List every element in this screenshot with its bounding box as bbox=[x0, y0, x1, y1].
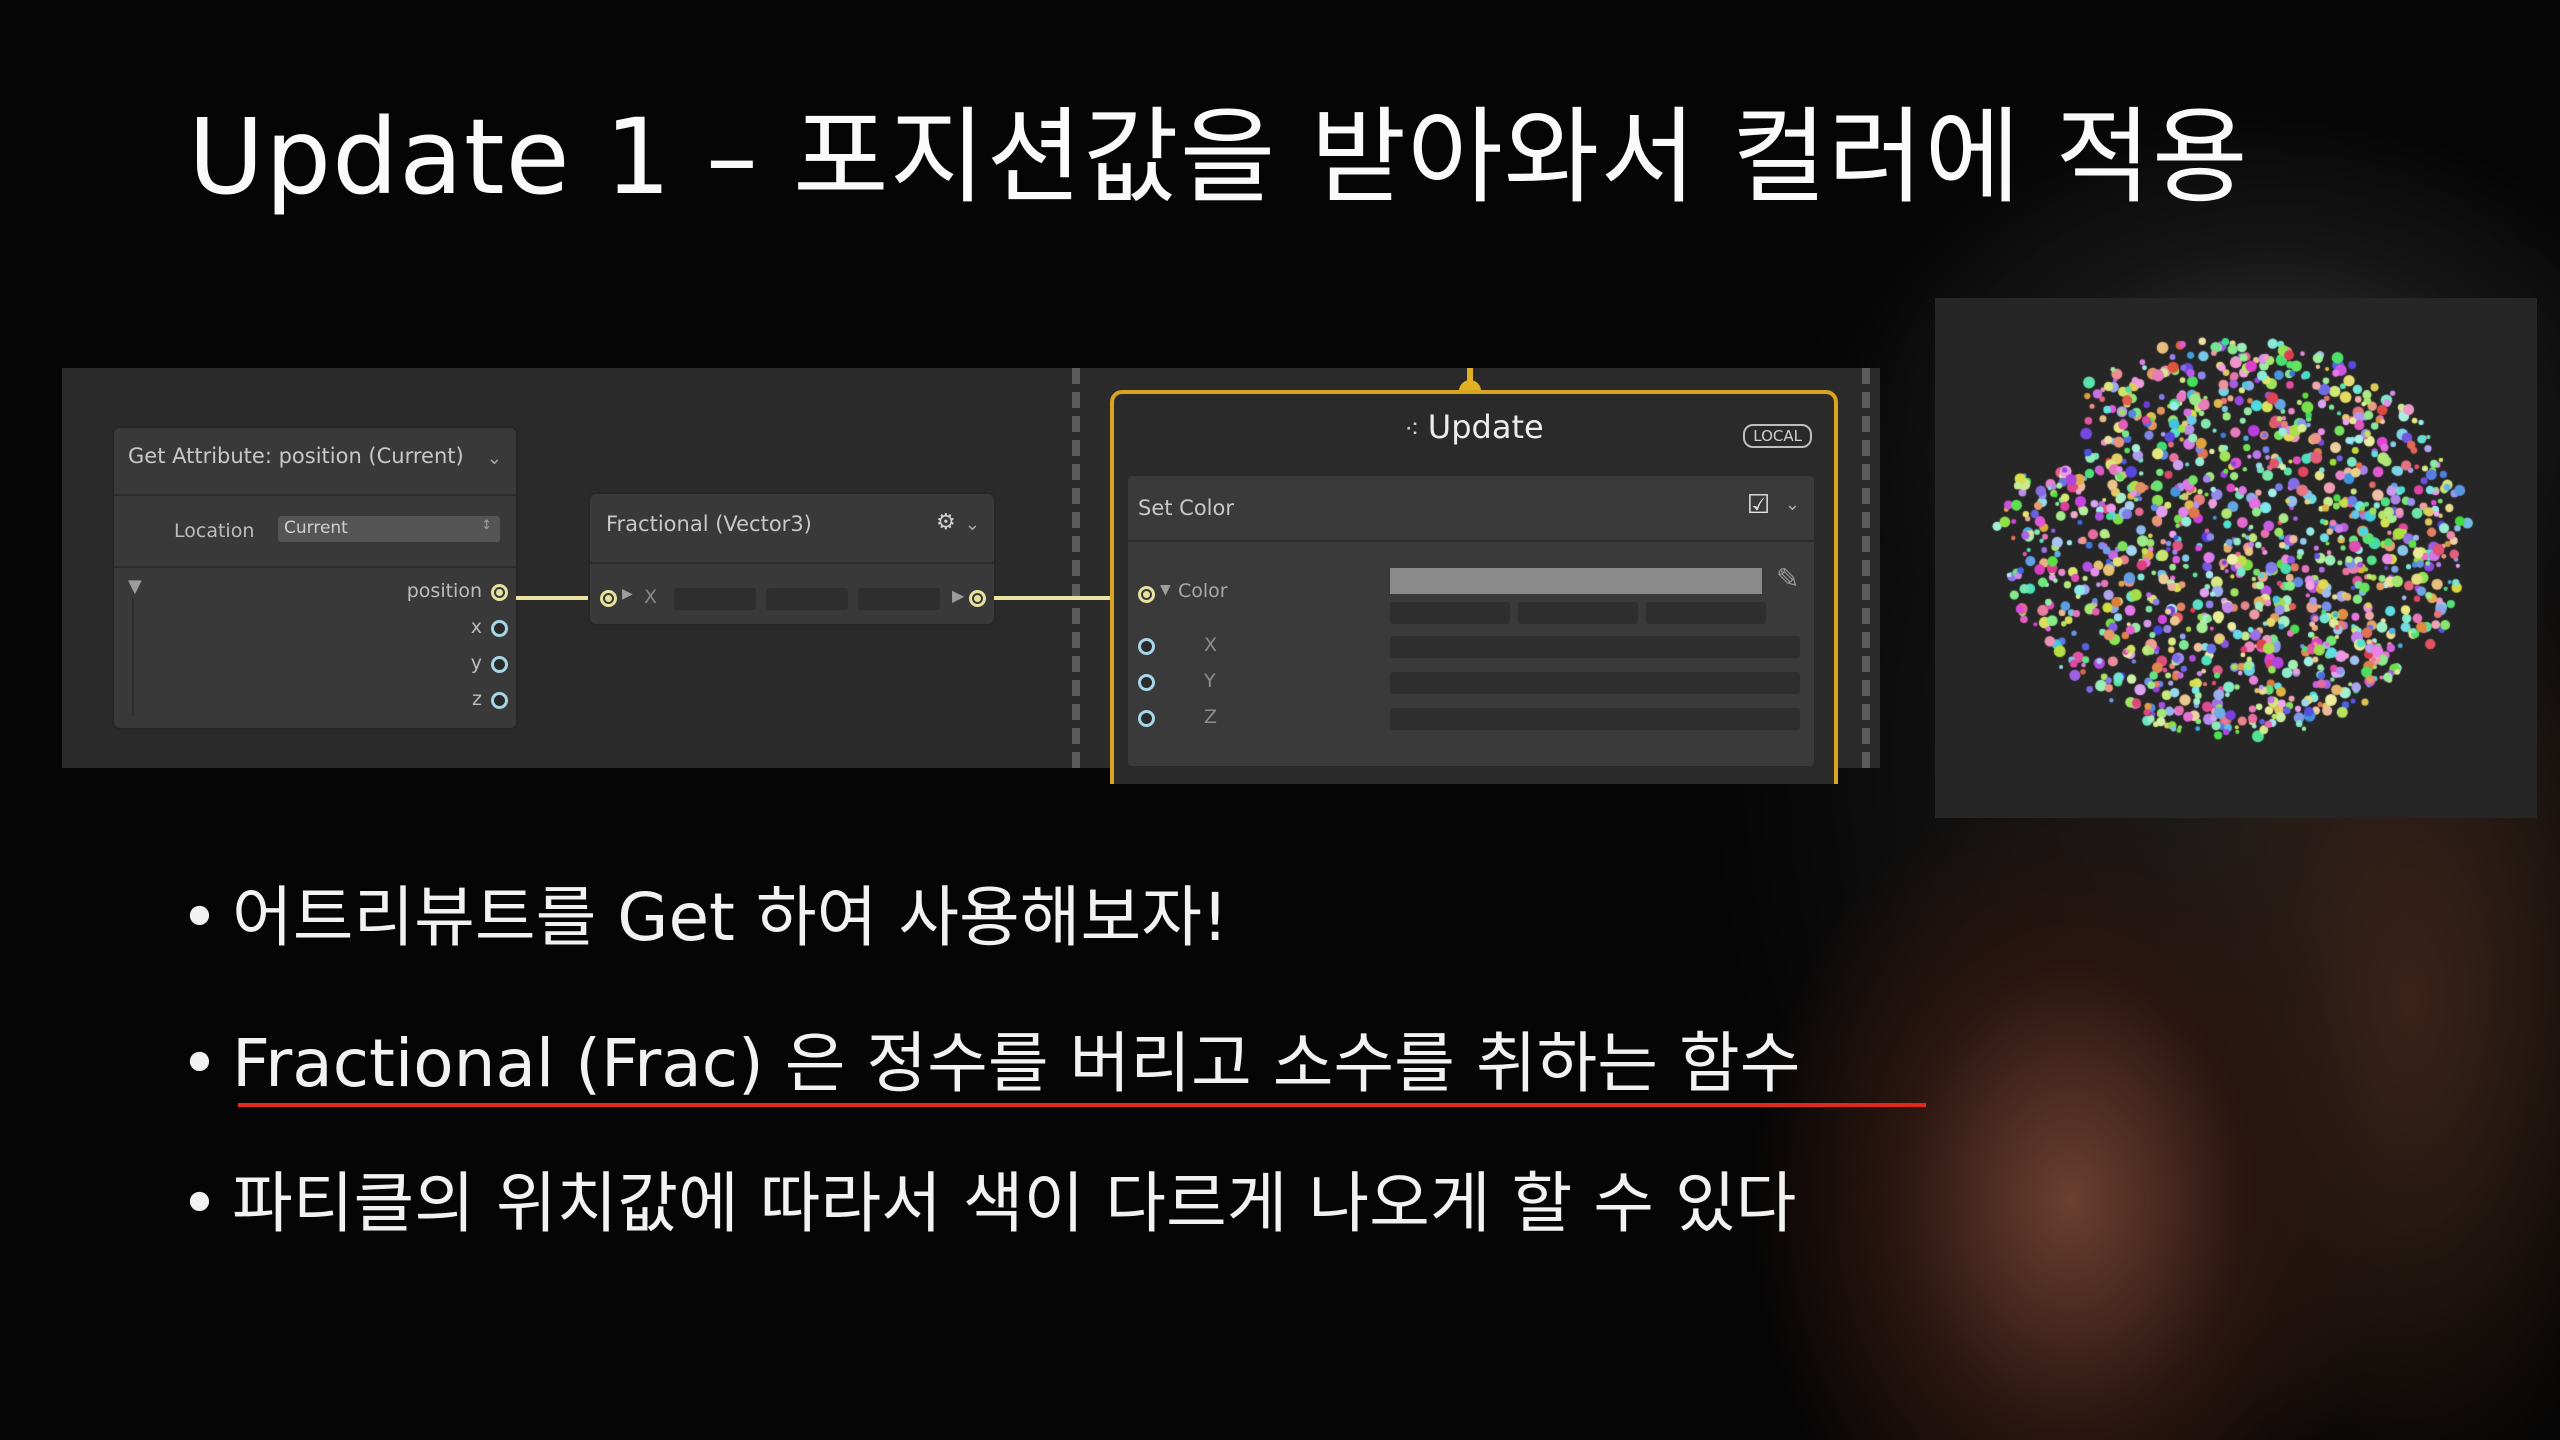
color-component-field[interactable] bbox=[1646, 602, 1766, 624]
color-component-field[interactable] bbox=[1390, 602, 1510, 624]
z-label: Z bbox=[1204, 706, 1218, 728]
slide-title: Update 1 – 포지션값을 받아와서 컬러에 적용 bbox=[188, 96, 2249, 218]
graph-divider bbox=[1862, 368, 1870, 768]
bullet-text: Fractional (Frac) 은 정수를 버리고 소수를 취하는 함수 bbox=[232, 1025, 1801, 1102]
y-output-port[interactable] bbox=[491, 656, 508, 673]
graph-divider bbox=[1072, 368, 1080, 768]
get-attribute-node[interactable]: Get Attribute: position (Current) ⌄ Loca… bbox=[114, 428, 516, 728]
divider bbox=[590, 562, 994, 564]
color-component-field[interactable] bbox=[1518, 602, 1638, 624]
color-input-port[interactable] bbox=[1138, 586, 1155, 603]
node-title: Get Attribute: position (Current) bbox=[128, 444, 464, 468]
block-title: Set Color bbox=[1138, 496, 1234, 520]
particle-cloud bbox=[1935, 298, 2537, 818]
particles-icon: ⁖ bbox=[1404, 415, 1428, 445]
dropdown-arrow-icon: ↕ bbox=[481, 518, 492, 533]
x-output-port[interactable] bbox=[491, 620, 508, 637]
output-arrow-icon: ▶ bbox=[952, 586, 965, 605]
gear-icon[interactable]: ⚙ bbox=[936, 510, 956, 535]
y-input-port[interactable] bbox=[1138, 674, 1155, 691]
update-context[interactable]: ⁖ Update LOCAL Set Color ☑ ⌄ ▼ Color ✎ X… bbox=[1110, 390, 1838, 784]
x-input-port[interactable] bbox=[1138, 638, 1155, 655]
bullet-dot: • bbox=[180, 879, 219, 956]
x-label: X bbox=[1204, 634, 1218, 656]
x-field[interactable] bbox=[674, 588, 756, 610]
z-field[interactable] bbox=[1390, 708, 1800, 730]
chevron-down-icon[interactable]: ⌄ bbox=[1785, 494, 1800, 515]
color-swatch[interactable] bbox=[1390, 568, 1762, 594]
enable-checkbox[interactable]: ☑ bbox=[1747, 490, 1770, 520]
x-input-label: X bbox=[644, 586, 658, 608]
x-field[interactable] bbox=[1390, 636, 1800, 658]
bullet-dot: • bbox=[180, 1165, 219, 1242]
collapse-arrow-icon[interactable]: ▼ bbox=[128, 576, 142, 597]
update-title: Update bbox=[1427, 408, 1544, 446]
update-title-row: ⁖ Update bbox=[1114, 408, 1834, 446]
z-field[interactable] bbox=[858, 588, 940, 610]
set-color-block[interactable]: Set Color ☑ ⌄ ▼ Color ✎ X Y Z bbox=[1128, 476, 1814, 766]
fractional-input-port[interactable] bbox=[600, 590, 617, 607]
y-label: Y bbox=[1204, 670, 1216, 692]
divider bbox=[114, 566, 516, 568]
position-output-port[interactable] bbox=[491, 584, 508, 601]
bullet-text: 어트리뷰트를 Get 하여 사용해보자! bbox=[232, 879, 1229, 956]
z-output-port[interactable] bbox=[491, 692, 508, 709]
z-output-label: z bbox=[472, 688, 482, 710]
divider bbox=[1128, 540, 1814, 542]
red-underline bbox=[238, 1103, 1926, 1107]
bullet-dot: • bbox=[180, 1025, 219, 1102]
chevron-down-icon[interactable]: ⌄ bbox=[487, 448, 502, 469]
bullet-item: • 어트리뷰트를 Get 하여 사용해보자! bbox=[180, 864, 1228, 960]
location-dropdown[interactable]: Current ↕ bbox=[278, 516, 500, 542]
x-output-label: x bbox=[470, 616, 482, 638]
fractional-output-port[interactable] bbox=[969, 590, 986, 607]
tree-line bbox=[132, 598, 134, 716]
location-label: Location bbox=[174, 520, 255, 542]
location-value: Current bbox=[284, 518, 348, 538]
chevron-down-icon[interactable]: ⌄ bbox=[965, 514, 980, 535]
z-input-port[interactable] bbox=[1138, 710, 1155, 727]
particle-preview-image bbox=[1935, 298, 2537, 818]
node-title: Fractional (Vector3) bbox=[606, 512, 812, 536]
fractional-node[interactable]: Fractional (Vector3) ⚙ ⌄ ▶ X ▶ bbox=[590, 494, 994, 624]
y-field[interactable] bbox=[1390, 672, 1800, 694]
bullet-item: • 파티클의 위치값에 따라서 색이 다르게 나오게 할 수 있다 bbox=[180, 1150, 1796, 1246]
divider bbox=[114, 494, 516, 496]
color-picker-icon[interactable]: ✎ bbox=[1776, 562, 1799, 595]
bullet-text: 파티클의 위치값에 따라서 색이 다르게 나오게 할 수 있다 bbox=[232, 1165, 1797, 1242]
color-label: Color bbox=[1178, 580, 1228, 602]
local-space-tag[interactable]: LOCAL bbox=[1743, 424, 1812, 448]
y-field[interactable] bbox=[766, 588, 848, 610]
position-output-label: position bbox=[406, 580, 482, 602]
bullet-item: • Fractional (Frac) 은 정수를 버리고 소수를 취하는 함수 bbox=[180, 1010, 1800, 1106]
y-output-label: y bbox=[470, 652, 482, 674]
expand-arrow-icon[interactable]: ▶ bbox=[622, 586, 633, 602]
collapse-arrow-icon[interactable]: ▼ bbox=[1160, 582, 1171, 598]
